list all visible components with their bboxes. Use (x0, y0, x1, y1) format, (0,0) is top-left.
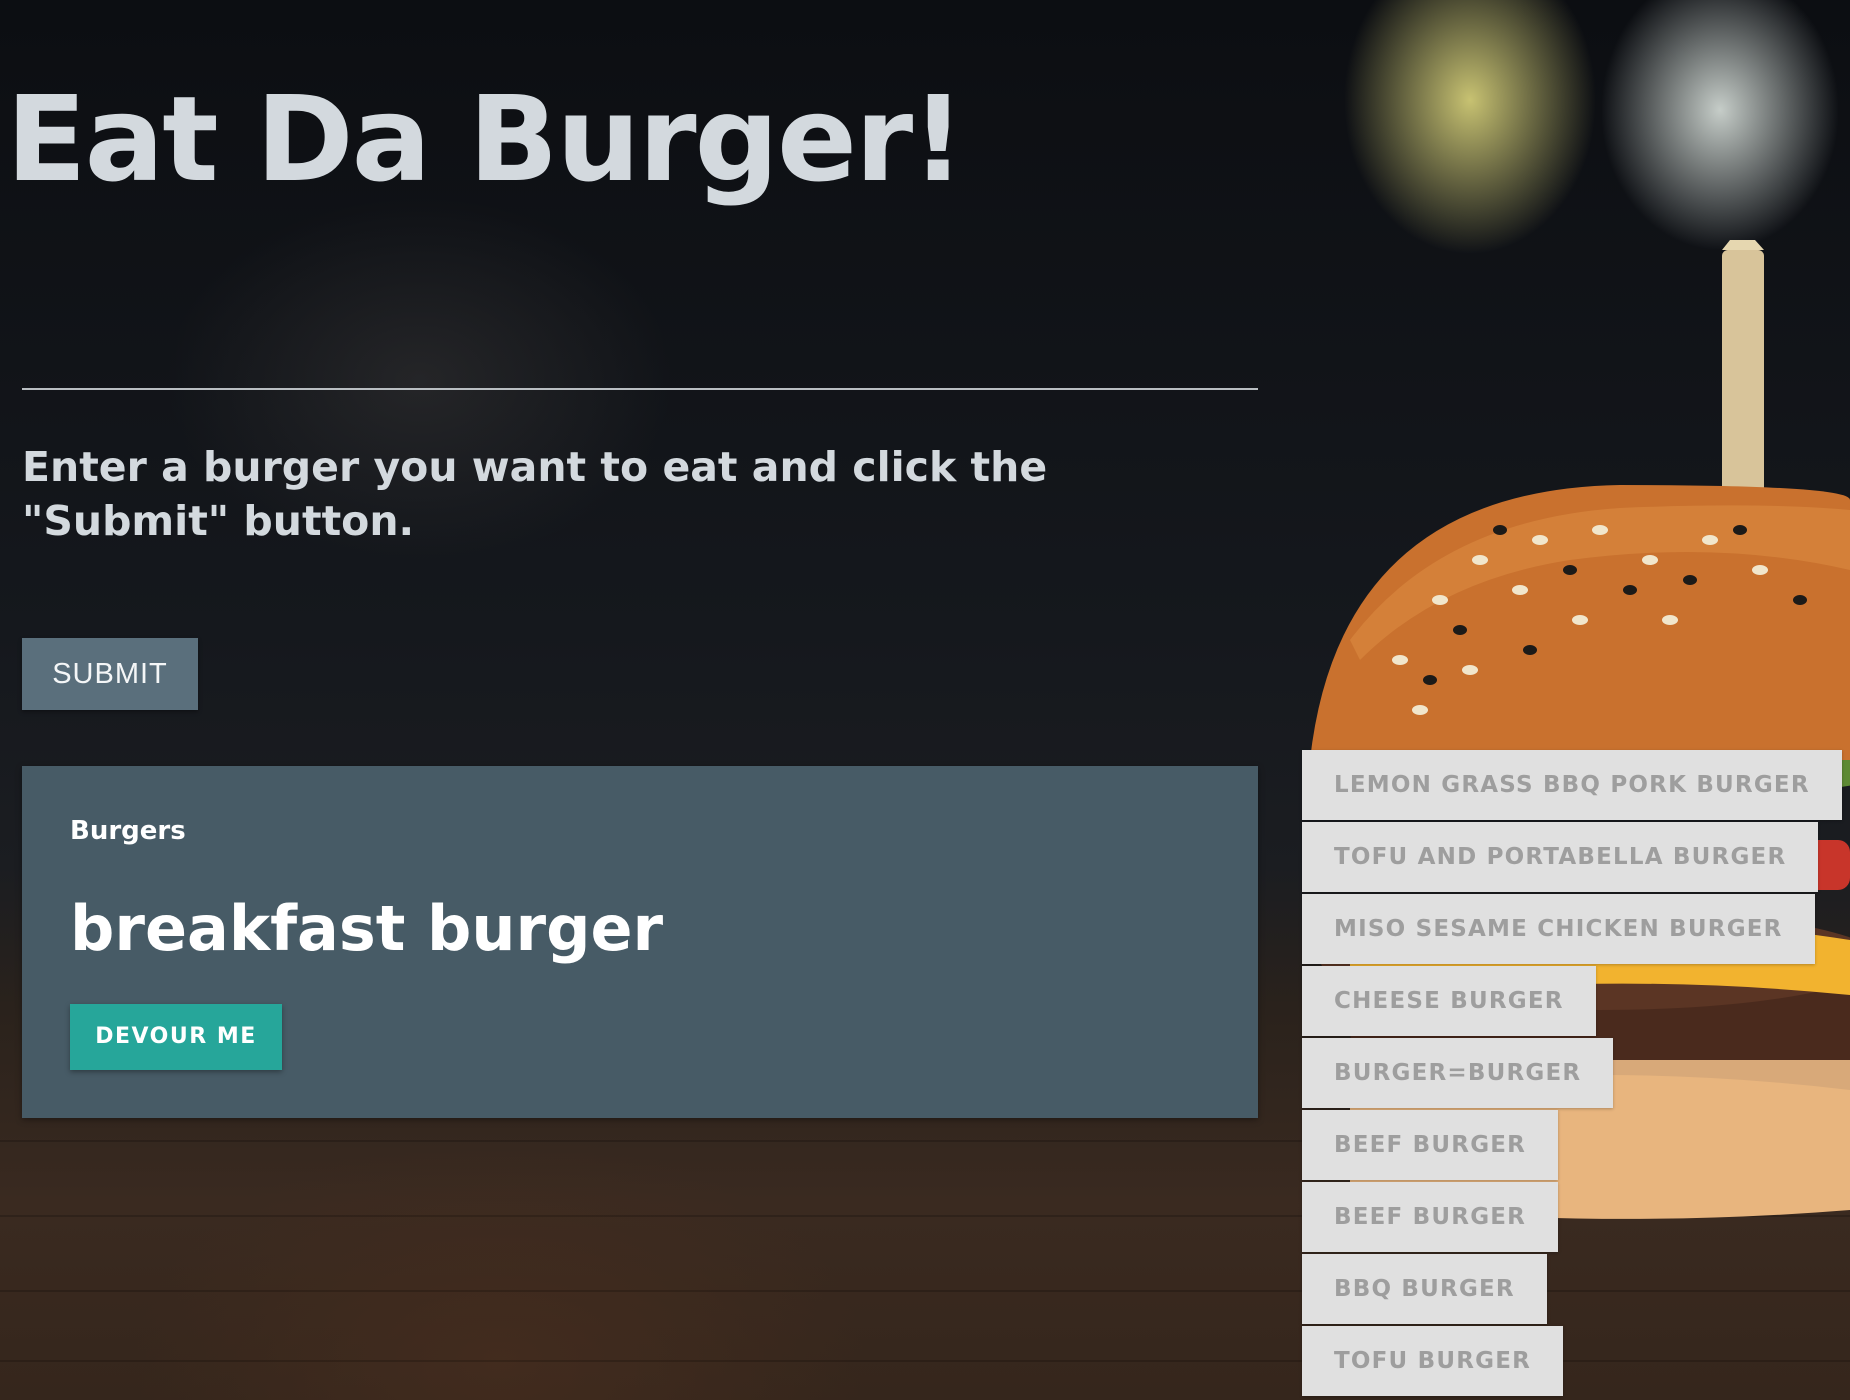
devoured-item: BBQ BURGER (1302, 1254, 1547, 1324)
devour-button[interactable]: DEVOUR ME (70, 1004, 282, 1070)
panel-label: Burgers (70, 816, 186, 846)
page-title: Eat Da Burger! (6, 70, 965, 208)
devoured-item: MISO SESAME CHICKEN BURGER (1302, 894, 1815, 964)
devoured-item: CHEESE BURGER (1302, 966, 1596, 1036)
burger-name: breakfast burger (70, 892, 664, 965)
burgers-panel: Burgers breakfast burger DEVOUR ME (22, 766, 1258, 1118)
devoured-item: LEMON GRASS BBQ PORK BURGER (1302, 750, 1842, 820)
submit-button[interactable]: SUBMIT (22, 638, 198, 710)
devoured-item: BURGER=BURGER (1302, 1038, 1614, 1108)
devoured-item: BEEF BURGER (1302, 1182, 1559, 1252)
devoured-list: LEMON GRASS BBQ PORK BURGER TOFU AND POR… (1302, 750, 1842, 1398)
divider (22, 388, 1258, 390)
instructions-text: Enter a burger you want to eat and click… (22, 443, 1048, 545)
devoured-item: TOFU BURGER (1302, 1326, 1564, 1396)
devoured-item: BEEF BURGER (1302, 1110, 1559, 1180)
devoured-item: TOFU AND PORTABELLA BURGER (1302, 822, 1819, 892)
